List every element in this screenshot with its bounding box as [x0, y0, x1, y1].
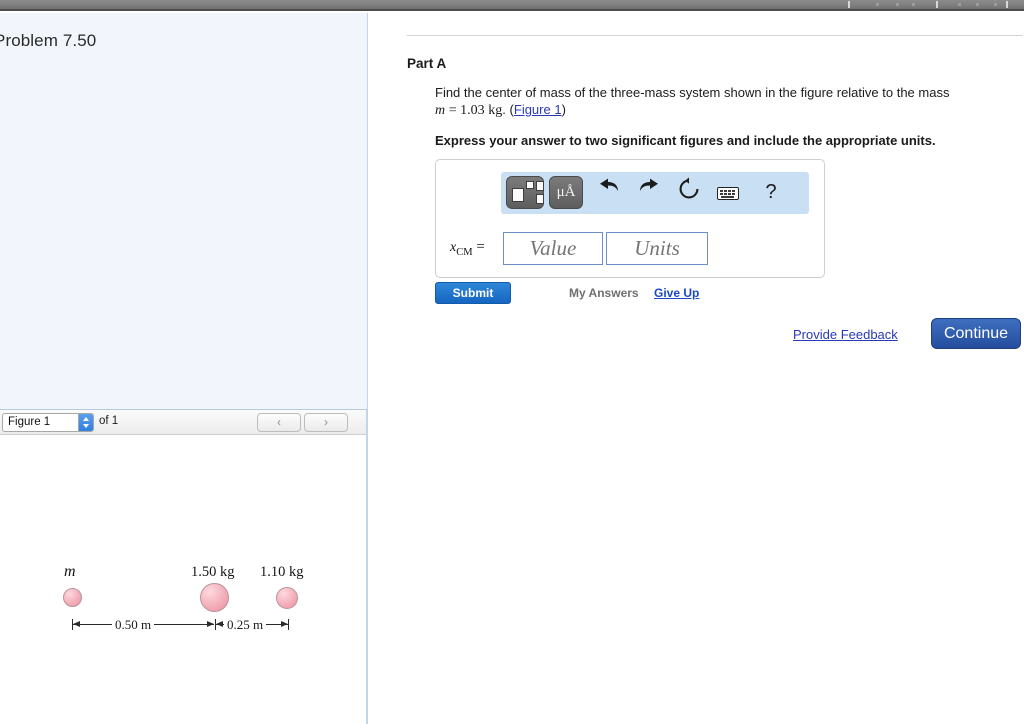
figure-prev-button[interactable]: ‹: [257, 413, 301, 432]
mass-sphere-0: [63, 588, 82, 607]
question-text: Find the center of mass of the three-mas…: [435, 84, 995, 119]
answer-variable-subscript: CM: [456, 247, 473, 258]
dim-arrow-left-2: [216, 621, 223, 627]
figure-diagram: m 1.50 kg 1.10 kg 0.50 m 0.25 m: [0, 436, 366, 724]
dim-arrow-right-1: [207, 621, 214, 627]
answer-value-input[interactable]: [503, 232, 603, 265]
submit-button[interactable]: Submit: [435, 282, 511, 304]
dim-label-2: 0.25 m: [224, 617, 267, 633]
mass-sphere-2: [276, 587, 298, 609]
mass-label-1: 1.50 kg: [191, 564, 235, 580]
figure-1-link[interactable]: Figure 1: [514, 102, 562, 117]
answer-units-input[interactable]: [606, 232, 708, 265]
figure-count-label: of 1: [99, 415, 119, 427]
left-panel: Problem 7.50 Figure 1 of 1 ‹ › m 1.50 kg…: [0, 13, 368, 724]
figure-select-stepper[interactable]: [78, 414, 93, 431]
figure-select-label: Figure 1: [8, 416, 51, 428]
figure-select[interactable]: Figure 1: [2, 413, 94, 432]
continue-button[interactable]: Continue: [931, 318, 1021, 349]
question-unit: kg: [488, 103, 503, 118]
mass-label-2: 1.10 kg: [260, 564, 304, 580]
figure-next-button[interactable]: ›: [304, 413, 348, 432]
answer-entry-box: μÅ ? xCM = Value Units: [435, 159, 825, 278]
question-line-1: Find the center of mass of the three-mas…: [435, 85, 950, 100]
paren-close: ): [561, 102, 566, 117]
dim-arrow-right-2: [281, 621, 288, 627]
help-icon[interactable]: ?: [756, 177, 786, 208]
give-up-link[interactable]: Give Up: [654, 286, 699, 300]
math-template-button[interactable]: [506, 176, 544, 209]
answer-instruction: Express your answer to two significant f…: [435, 133, 936, 148]
question-variable: m: [435, 103, 446, 118]
mass-label-0: m: [64, 563, 76, 580]
content-divider: [407, 35, 1023, 36]
my-answers-label: My Answers: [569, 286, 639, 300]
chevron-left-icon: ‹: [277, 415, 281, 429]
main-content: Part A Find the center of mass of the th…: [369, 13, 1024, 724]
redo-icon[interactable]: [634, 177, 664, 208]
figure-panel-header: Figure 1 of 1 ‹ ›: [0, 410, 366, 435]
provide-feedback-link[interactable]: Provide Feedback: [793, 327, 898, 342]
answer-equals: =: [476, 239, 485, 255]
dim-label-1: 0.50 m: [112, 617, 155, 633]
chevron-right-icon: ›: [324, 415, 328, 429]
page-title: Problem 7.50: [0, 31, 97, 50]
reset-icon[interactable]: [674, 177, 704, 208]
units-button-label: μÅ: [556, 184, 576, 200]
dim-tick-right: [288, 619, 289, 630]
answer-variable-label: xCM =: [450, 239, 485, 258]
question-period: .: [502, 102, 506, 117]
keyboard-icon[interactable]: [713, 177, 743, 208]
mass-sphere-1: [200, 583, 229, 612]
topbar-truncated-controls: [824, 0, 1024, 9]
keyboard-glyph: [717, 187, 739, 200]
undo-icon[interactable]: [594, 177, 624, 208]
browser-top-bar: [0, 0, 1024, 11]
part-heading: Part A: [407, 56, 447, 71]
dim-arrow-left-1: [73, 621, 80, 627]
math-toolbar: μÅ ?: [501, 172, 809, 214]
question-equation: = 1.03: [448, 103, 485, 118]
units-button[interactable]: μÅ: [549, 176, 583, 209]
figure-panel: Figure 1 of 1 ‹ › m 1.50 kg 1.10 kg 0.50…: [0, 409, 367, 724]
